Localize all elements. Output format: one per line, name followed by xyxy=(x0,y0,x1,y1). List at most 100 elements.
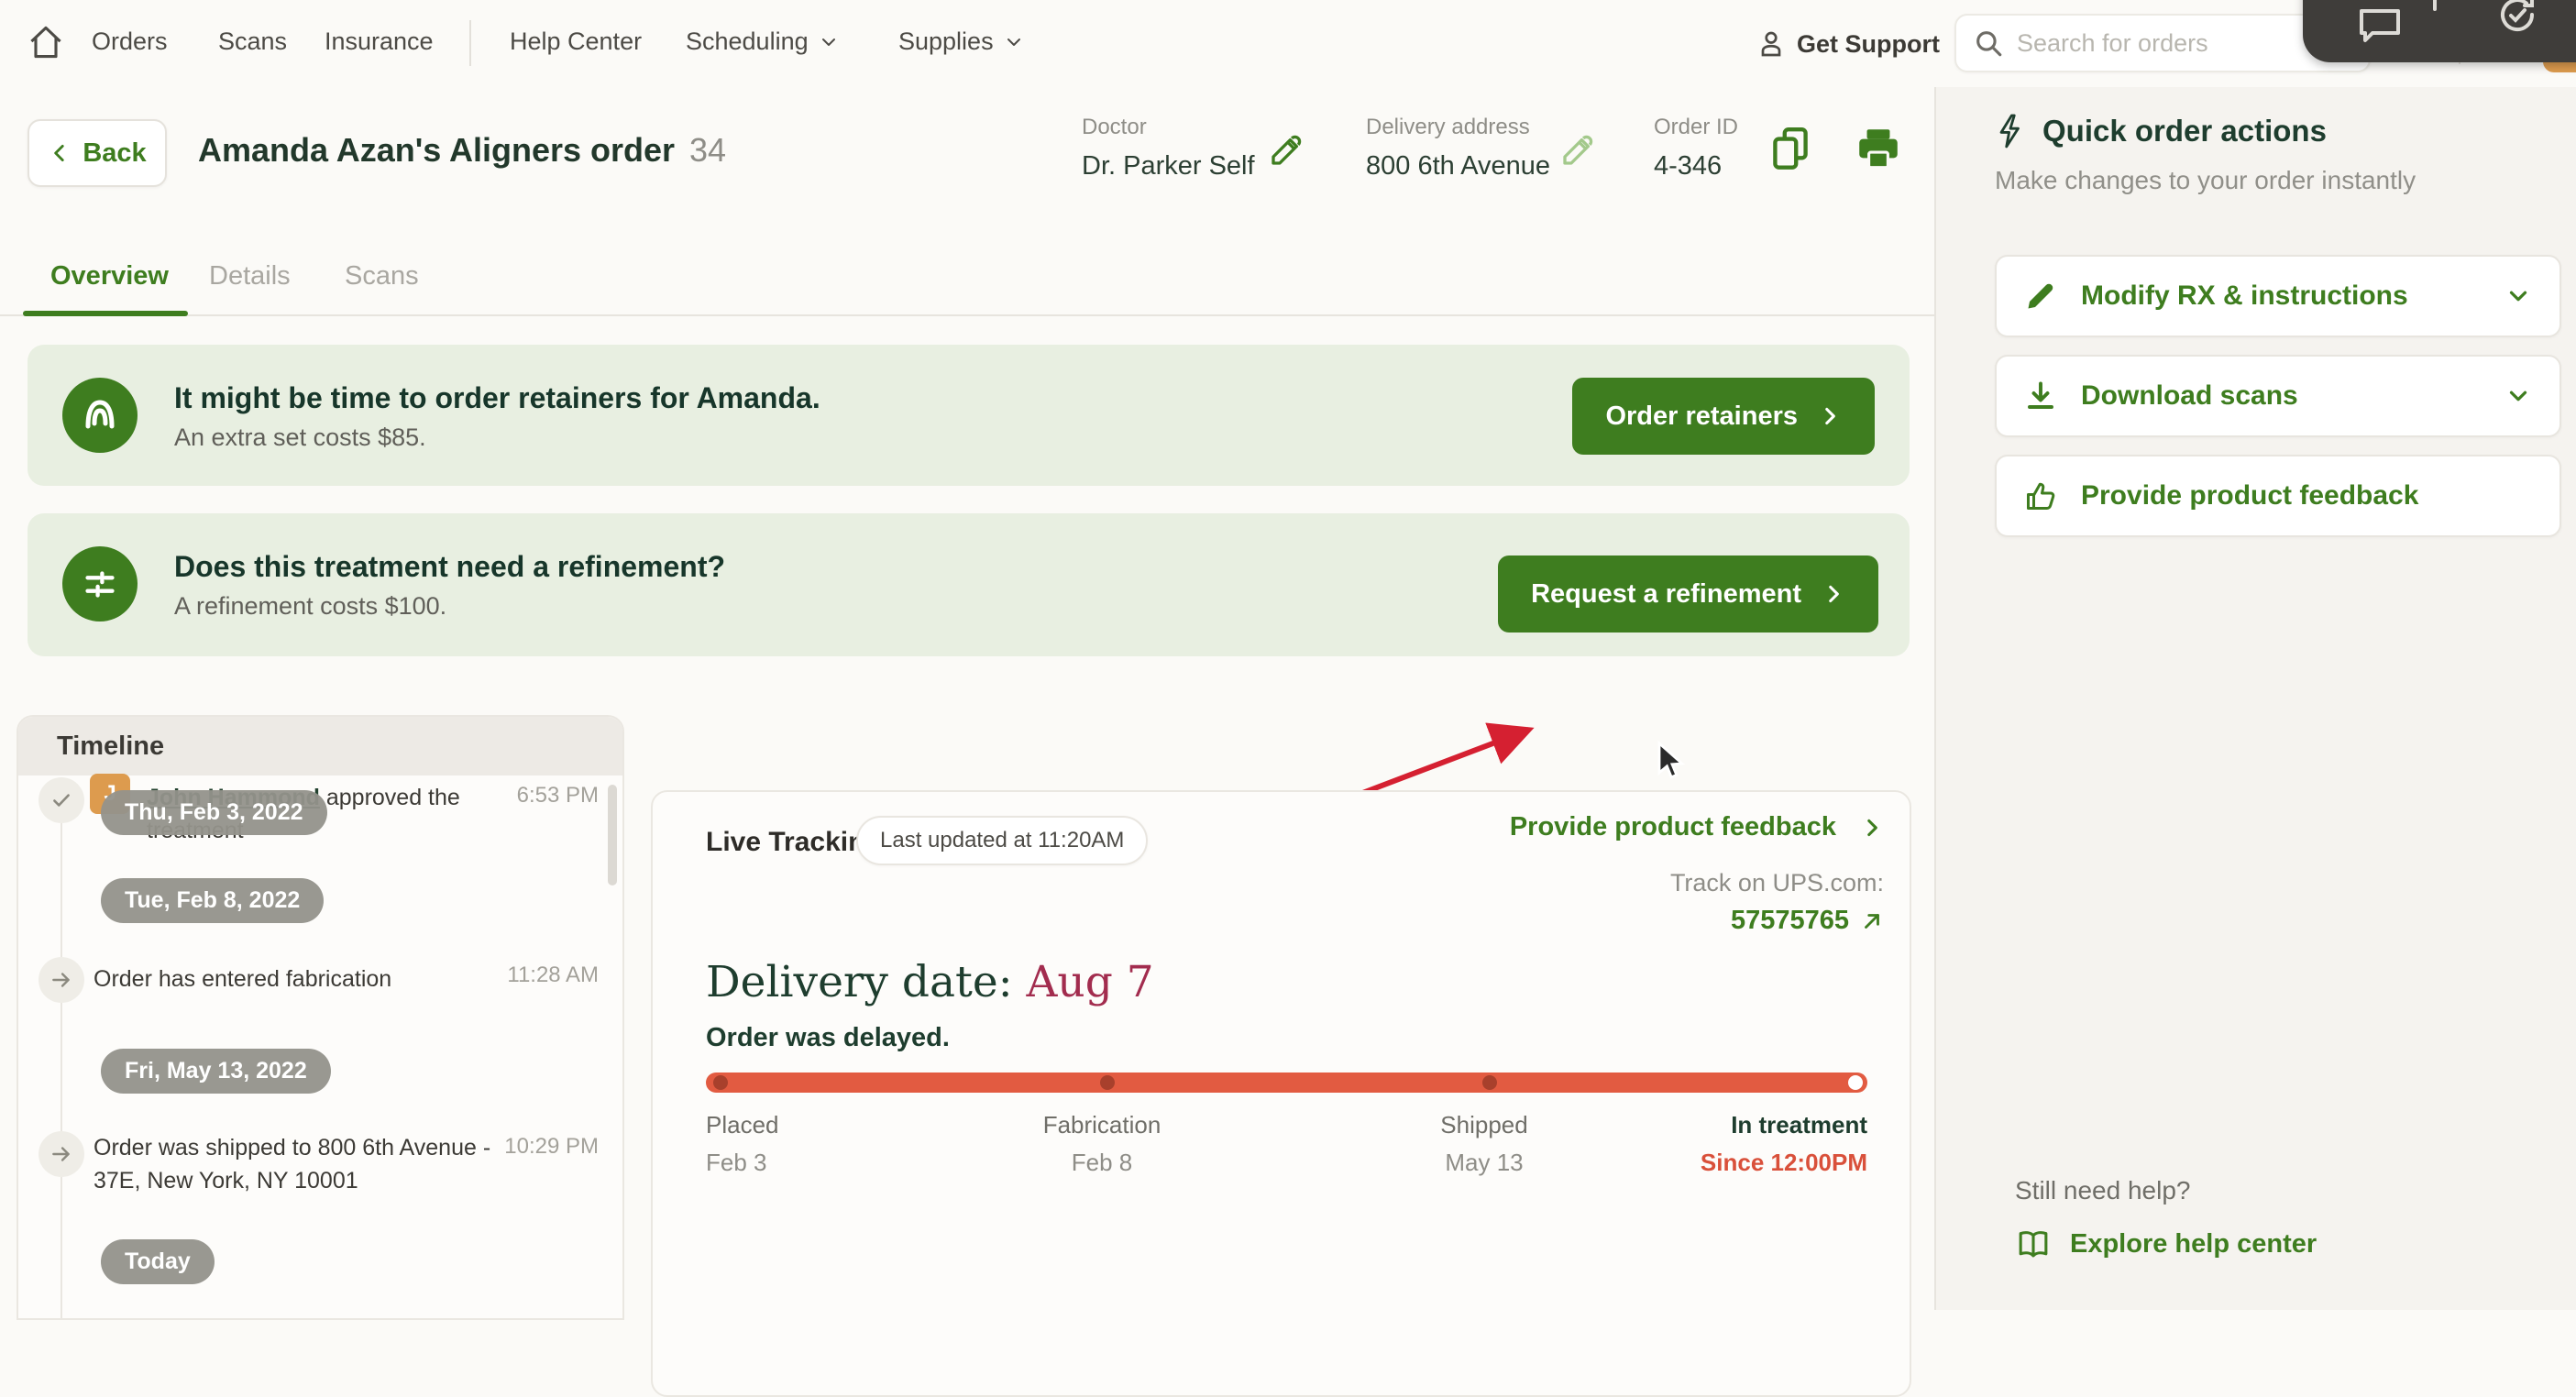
provide-feedback-link[interactable]: Provide product feedback xyxy=(1510,812,1884,842)
chevron-right-icon xyxy=(1818,404,1842,428)
explore-help-center-label: Explore help center xyxy=(2070,1229,2317,1260)
retainers-banner-subtitle: An extra set costs $85. xyxy=(174,424,426,452)
nav-supplies[interactable]: Supplies xyxy=(898,28,1025,56)
search-icon xyxy=(1973,28,2004,59)
milestone-label: Fabrication xyxy=(1043,1111,1161,1139)
modify-rx-button[interactable]: Modify RX & instructions xyxy=(1995,255,2561,337)
timeline-connector xyxy=(61,801,62,1320)
edit-address-pencil-icon[interactable] xyxy=(1558,131,1597,170)
nav-divider xyxy=(469,20,471,66)
request-refinement-label: Request a refinement xyxy=(1531,579,1801,610)
sync-check-icon[interactable] xyxy=(2493,0,2541,38)
doctor-label: Doctor xyxy=(1082,115,1255,140)
person-icon xyxy=(1755,28,1788,60)
download-scans-label: Download scans xyxy=(2081,380,2481,412)
progress-dot-shipped xyxy=(1482,1075,1497,1090)
search-input[interactable] xyxy=(2017,29,2319,58)
refinement-banner-subtitle: A refinement costs $100. xyxy=(174,592,446,621)
milestone-date: Feb 8 xyxy=(1043,1149,1161,1177)
order-retainers-label: Order retainers xyxy=(1605,402,1798,432)
order-id-value: 4-346 xyxy=(1654,151,1738,182)
check-circle-icon xyxy=(39,777,84,823)
retainer-arch-icon xyxy=(62,378,138,453)
order-id-label: Order ID xyxy=(1654,115,1738,140)
live-tracking-panel: Live Tracking Last updated at 11:20AM Pr… xyxy=(651,790,1911,1397)
thumbs-up-icon xyxy=(2024,479,2057,512)
back-button[interactable]: Back xyxy=(28,119,167,187)
chevron-left-icon xyxy=(48,141,72,165)
tracking-number: 57575765 xyxy=(1731,906,1849,936)
sliders-icon xyxy=(62,546,138,622)
modify-rx-label: Modify RX & instructions xyxy=(2081,280,2481,312)
timeline-event-2: Order has entered fabrication xyxy=(94,962,497,996)
tab-overview[interactable]: Overview xyxy=(50,261,169,292)
product-feedback-button[interactable]: Provide product feedback xyxy=(1995,455,2561,537)
delivery-date-label: Delivery date: xyxy=(706,957,1013,1007)
active-tab-indicator xyxy=(23,311,188,316)
last-updated-text: Last updated at 11:20AM xyxy=(880,828,1124,853)
progress-dot-current xyxy=(1848,1075,1863,1090)
cursor-pointer-icon xyxy=(1652,740,1689,782)
last-updated-pill: Last updated at 11:20AM xyxy=(856,816,1148,865)
chevron-right-icon xyxy=(1860,816,1884,840)
nav-scheduling[interactable]: Scheduling xyxy=(686,28,840,56)
timeline-date-pill: Today xyxy=(101,1239,215,1284)
timeline-title: Timeline xyxy=(57,732,164,762)
timeline-scrollbar[interactable] xyxy=(608,785,617,886)
delivery-address-value: 800 6th Avenue xyxy=(1366,151,1550,182)
milestone-date: Since 12:00PM xyxy=(1701,1149,1867,1177)
doctor-value: Dr. Parker Self xyxy=(1082,151,1255,182)
sidebar-title-row: Quick order actions xyxy=(1995,113,2327,149)
nav-orders[interactable]: Orders xyxy=(92,28,168,56)
progress-dot-placed xyxy=(713,1075,728,1090)
timeline-header: Timeline xyxy=(18,717,622,776)
explore-help-center-link[interactable]: Explore help center xyxy=(2015,1227,2317,1260)
milestone-shipped: Shipped May 13 xyxy=(1440,1111,1527,1177)
tab-details[interactable]: Details xyxy=(209,261,291,292)
download-icon xyxy=(2024,380,2057,412)
tab-scans[interactable]: Scans xyxy=(345,261,419,292)
download-scans-button[interactable]: Download scans xyxy=(1995,355,2561,437)
main-content: Back Amanda Azan's Aligners order34 Doct… xyxy=(0,87,1934,1310)
chevron-down-icon xyxy=(2504,282,2532,310)
timeline-date-pill: Tue, Feb 8, 2022 xyxy=(101,878,324,923)
timeline-event-time: 6:53 PM xyxy=(517,783,599,808)
request-refinement-button[interactable]: Request a refinement xyxy=(1498,556,1878,632)
milestone-fabrication: Fabrication Feb 8 xyxy=(1043,1111,1161,1177)
chat-bubble-icon[interactable] xyxy=(2356,2,2404,46)
get-support-label: Get Support xyxy=(1797,30,1940,59)
track-on-ups-label: Track on UPS.com: xyxy=(1670,869,1884,897)
get-support-button[interactable]: Get Support xyxy=(1755,28,1940,60)
milestone-date: Feb 3 xyxy=(706,1149,779,1177)
order-retainers-button[interactable]: Order retainers xyxy=(1572,378,1875,455)
print-icon[interactable] xyxy=(1854,126,1903,173)
lightning-icon xyxy=(1995,113,2026,149)
nav-help-center[interactable]: Help Center xyxy=(510,28,642,56)
book-icon xyxy=(2015,1227,2052,1260)
arrow-right-circle-icon xyxy=(39,957,84,1003)
chevron-down-icon xyxy=(2504,382,2532,410)
order-id-field: Order ID 4-346 xyxy=(1654,115,1738,182)
delivery-address-field: Delivery address 800 6th Avenue xyxy=(1366,115,1550,182)
timeline-panel: Timeline J John Hammond approved the tre… xyxy=(17,715,624,1320)
chevron-down-icon xyxy=(1003,31,1025,53)
back-label: Back xyxy=(83,138,146,169)
nav-insurance[interactable]: Insurance xyxy=(325,28,434,56)
external-link-icon xyxy=(1860,909,1884,933)
milestone-label: Placed xyxy=(706,1111,779,1139)
edit-doctor-pencil-icon[interactable] xyxy=(1267,131,1305,170)
shipping-progress-bar xyxy=(706,1072,1867,1093)
timeline-event-time: 10:29 PM xyxy=(504,1134,599,1160)
copy-icon[interactable] xyxy=(1767,124,1813,175)
nav-insurance-label: Insurance xyxy=(325,28,434,56)
tracking-number-link[interactable]: 57575765 xyxy=(1731,906,1884,936)
milestone-placed: Placed Feb 3 xyxy=(706,1111,779,1177)
nav-help-center-label: Help Center xyxy=(510,28,642,56)
delivery-date-value: Aug 7 xyxy=(1026,957,1153,1007)
refinement-banner: Does this treatment need a refinement? A… xyxy=(28,513,1910,656)
nav-supplies-label: Supplies xyxy=(898,28,994,56)
page-title: Amanda Azan's Aligners order34 xyxy=(198,131,726,170)
delivery-date-heading: Delivery date: Aug 7 xyxy=(706,957,1154,1007)
nav-scans[interactable]: Scans xyxy=(218,28,287,56)
home-icon[interactable] xyxy=(26,22,66,62)
